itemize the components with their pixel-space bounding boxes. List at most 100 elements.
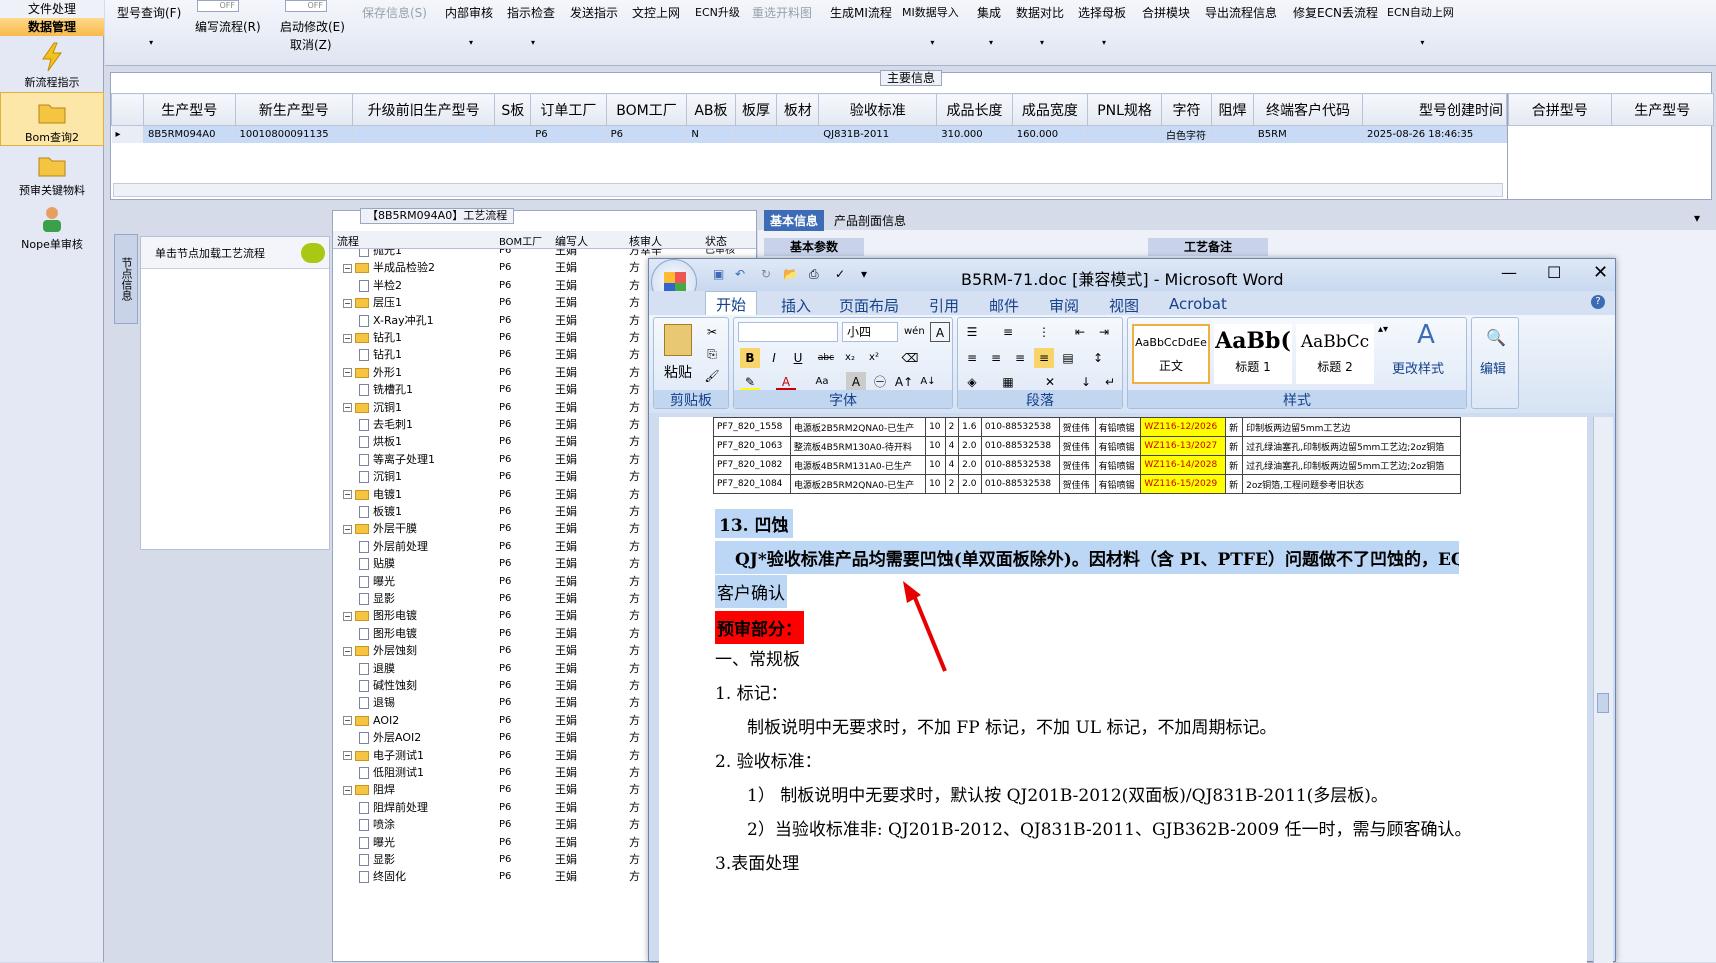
decrease-indent-icon[interactable]: ⇤ bbox=[1070, 322, 1090, 342]
col-header[interactable]: BOM工厂 bbox=[499, 233, 542, 248]
tab-acrobat[interactable]: Acrobat bbox=[1169, 295, 1227, 313]
chevron-down-icon[interactable]: ▾ bbox=[930, 38, 934, 47]
col-header[interactable]: 核审人 bbox=[629, 233, 662, 249]
clear-format-icon[interactable]: ⌫ bbox=[900, 348, 920, 368]
cancel-button[interactable]: 取消(Z) bbox=[290, 36, 332, 53]
chevron-down-icon[interactable]: ▾ bbox=[1420, 38, 1424, 47]
cell[interactable]: 2025-08-26 18:46:35 bbox=[1362, 125, 1507, 143]
bullets-icon[interactable]: ☰ bbox=[962, 322, 982, 342]
save-info-button[interactable]: 保存信息(S) bbox=[362, 4, 427, 21]
cell[interactable]: B5RM bbox=[1253, 125, 1364, 143]
tab-layout[interactable]: 页面布局 bbox=[839, 295, 899, 316]
col-header[interactable]: 终端客户代码 bbox=[1252, 93, 1364, 126]
subscript-icon[interactable]: x₂ bbox=[840, 348, 860, 368]
col-header[interactable]: 升级前旧生产型号 bbox=[351, 93, 496, 126]
send-instruction-button[interactable]: 发送指示 bbox=[570, 4, 618, 21]
collapse-icon[interactable]: − bbox=[343, 785, 352, 795]
col-header[interactable]: 型号创建时间 bbox=[1362, 93, 1507, 126]
italic-icon[interactable]: I bbox=[764, 348, 784, 368]
chevron-down-icon[interactable]: ▾ bbox=[1040, 38, 1044, 47]
cell[interactable] bbox=[1211, 125, 1254, 143]
doc-online-button[interactable]: 文控上网 bbox=[632, 4, 680, 21]
tab-review[interactable]: 审阅 bbox=[1049, 295, 1079, 316]
cell[interactable]: QJ831B-2011 bbox=[818, 125, 938, 143]
style-heading2[interactable]: AaBbCc 标题 2 bbox=[1296, 324, 1374, 384]
print-icon[interactable]: ⎙ bbox=[809, 267, 819, 282]
maximize-button[interactable]: ☐ bbox=[1547, 263, 1561, 282]
data-compare-button[interactable]: 数据对比 ▾ bbox=[1016, 4, 1064, 47]
col-header[interactable]: 成品宽度 bbox=[1011, 93, 1089, 126]
shading-icon[interactable]: ◈ bbox=[962, 372, 982, 392]
collapse-icon[interactable]: − bbox=[343, 490, 352, 500]
find-icon[interactable]: 🔍 bbox=[1486, 328, 1506, 347]
edit-process-button[interactable]: 编写流程(R) bbox=[195, 18, 261, 35]
font-family-select[interactable] bbox=[738, 322, 838, 342]
menu-file[interactable]: 文件处理 bbox=[0, 0, 104, 18]
menu-data-manage[interactable]: 数据管理 bbox=[0, 18, 104, 36]
align-center-icon[interactable]: ≡ bbox=[986, 348, 1006, 368]
chevron-down-icon[interactable]: ▾ bbox=[989, 38, 993, 47]
collapse-icon[interactable]: − bbox=[343, 403, 352, 413]
col-header[interactable]: AB板 bbox=[686, 93, 736, 126]
cell[interactable]: 8B5RM094A0 bbox=[143, 125, 236, 143]
internal-review-button[interactable]: 内部审核 ▾ bbox=[445, 4, 493, 47]
ecn-auto-online-button[interactable]: ECN自动上网 ▾ bbox=[1387, 4, 1454, 47]
align-right-icon[interactable]: ≡ bbox=[1010, 348, 1030, 368]
edit-button[interactable]: 编辑 bbox=[1480, 358, 1506, 377]
distribute-icon[interactable]: ▤ bbox=[1058, 348, 1078, 368]
chevron-down-icon[interactable]: ▾ bbox=[149, 38, 153, 47]
borders-icon[interactable]: ▦ bbox=[998, 372, 1018, 392]
increase-indent-icon[interactable]: ⇥ bbox=[1094, 322, 1114, 342]
cell[interactable]: 白色字符 bbox=[1161, 125, 1213, 143]
tab-references[interactable]: 引用 bbox=[929, 295, 959, 316]
mi-import-button[interactable]: MI数据导入 ▾ bbox=[902, 4, 959, 47]
select-mother-board-button[interactable]: 选择母板 ▾ bbox=[1078, 4, 1126, 47]
align-left-icon[interactable]: ≡ bbox=[962, 348, 982, 368]
qat-menu-icon[interactable]: ▾ bbox=[861, 267, 867, 281]
cell[interactable]: P6 bbox=[606, 125, 688, 143]
paste-icon[interactable] bbox=[664, 324, 692, 356]
chevron-down-icon[interactable]: ▾ bbox=[469, 38, 473, 47]
col-header[interactable]: 合拼型号 bbox=[1508, 93, 1612, 126]
cell[interactable]: N bbox=[686, 125, 736, 143]
export-process-button[interactable]: 导出流程信息 bbox=[1205, 4, 1277, 21]
line-spacing-icon[interactable]: ↕ bbox=[1088, 348, 1108, 368]
undo-icon[interactable]: ↶ bbox=[735, 267, 745, 281]
model-query-button[interactable]: 型号查询(F) ▾ bbox=[117, 4, 181, 47]
document-page[interactable]: PF7_820_1558 电源板2B5RM2QNA0-已生产 10 2 1.6 010-8… bbox=[659, 417, 1587, 963]
tab-insert[interactable]: 插入 bbox=[781, 295, 811, 316]
save-icon[interactable]: ▣ bbox=[713, 267, 724, 281]
font-color-icon[interactable]: A bbox=[776, 372, 796, 392]
col-header[interactable]: 板材 bbox=[776, 93, 820, 126]
shrink-font-icon[interactable]: A↓ bbox=[918, 372, 938, 392]
chinese-layout-icon[interactable]: ✕ bbox=[1040, 372, 1060, 392]
start-edit-button[interactable]: 启动修改(E) bbox=[280, 18, 345, 35]
integrate-button[interactable]: 集成 ▾ bbox=[977, 4, 1001, 47]
col-header[interactable]: 状态 bbox=[705, 233, 727, 249]
cell[interactable] bbox=[1087, 125, 1163, 143]
sidebar-item-bom-query[interactable]: Bom查询2 bbox=[0, 92, 104, 146]
cell[interactable]: 310.000 bbox=[936, 125, 1013, 143]
chevron-down-icon[interactable]: ▾ bbox=[531, 38, 535, 47]
char-border-icon[interactable]: A bbox=[930, 322, 950, 342]
col-header[interactable]: 字符 bbox=[1161, 93, 1213, 126]
open-icon[interactable]: 📂 bbox=[783, 267, 798, 281]
col-header[interactable]: S板 bbox=[494, 93, 532, 126]
numbering-icon[interactable]: ≡ bbox=[998, 322, 1018, 342]
col-header[interactable]: PNL规格 bbox=[1087, 93, 1163, 126]
col-header[interactable]: 新生产型号 bbox=[234, 93, 353, 126]
style-heading1[interactable]: AaBb( 标题 1 bbox=[1214, 324, 1292, 384]
highlight-icon[interactable]: ✎ bbox=[740, 372, 760, 392]
copy-icon[interactable]: ⎘ bbox=[702, 344, 722, 364]
tab-mailings[interactable]: 邮件 bbox=[989, 295, 1019, 316]
collapse-icon[interactable]: − bbox=[343, 524, 352, 534]
paste-button[interactable]: 粘贴 bbox=[664, 362, 692, 382]
col-header[interactable]: 板厚 bbox=[734, 93, 778, 126]
collapse-icon[interactable]: − bbox=[343, 646, 352, 656]
col-header[interactable]: 编写人 bbox=[555, 233, 588, 249]
collapse-icon[interactable]: − bbox=[343, 716, 352, 726]
col-header[interactable]: 流程 bbox=[337, 233, 359, 249]
horizontal-scrollbar[interactable] bbox=[113, 183, 1503, 197]
bold-icon[interactable]: B bbox=[740, 348, 760, 368]
col-header[interactable]: 阻焊 bbox=[1211, 93, 1254, 126]
